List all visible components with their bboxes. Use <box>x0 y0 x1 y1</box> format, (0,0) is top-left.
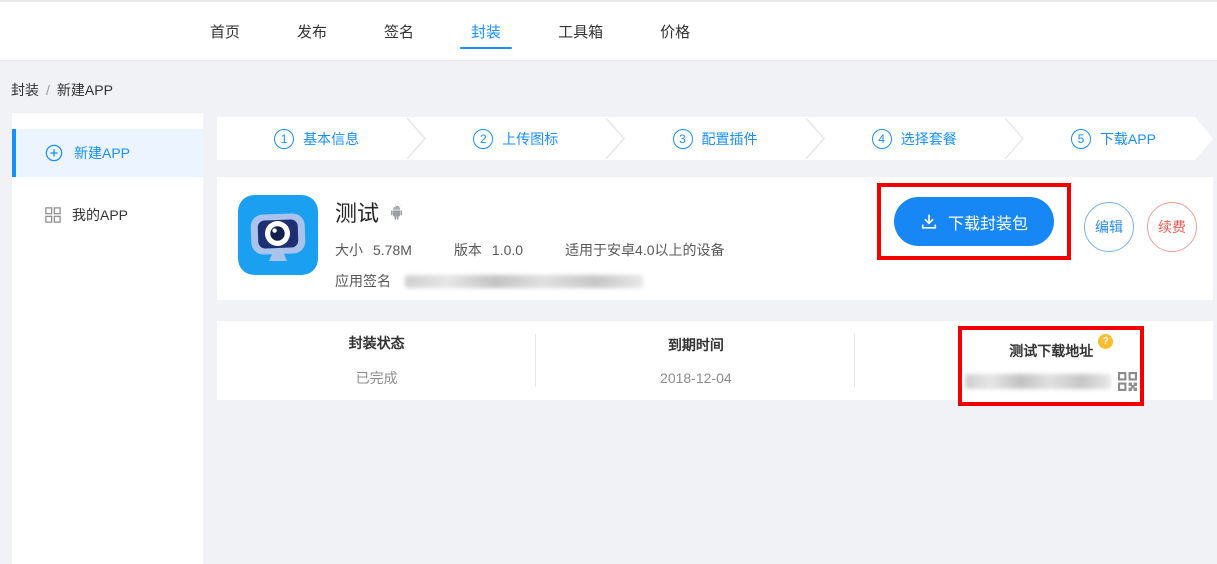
download-button-label: 下载封装包 <box>948 210 1028 234</box>
edit-button[interactable]: 编辑 <box>1084 202 1134 252</box>
step-download-app[interactable]: 5 下载APP <box>1014 117 1213 160</box>
android-icon <box>388 204 405 221</box>
status-column-package-state: 封装状态 已完成 <box>217 321 536 400</box>
step-basic-info[interactable]: 1 基本信息 <box>217 117 416 160</box>
sidebar: 新建APP 我的APP <box>12 113 203 564</box>
nav-item-price[interactable]: 价格 <box>658 2 692 60</box>
step-label: 配置插件 <box>702 129 758 149</box>
sidebar-item-my-app[interactable]: 我的APP <box>12 191 203 239</box>
download-url-redacted <box>965 374 1111 389</box>
step-label: 基本信息 <box>303 129 359 149</box>
compatibility-text: 适用于安卓4.0以上的设备 <box>565 240 724 260</box>
app-name: 测试 <box>335 196 379 228</box>
status-value: 已完成 <box>356 368 398 388</box>
step-label: 选择套餐 <box>901 129 957 149</box>
step-label: 下载APP <box>1100 129 1156 149</box>
renew-button[interactable]: 续费 <box>1147 202 1197 252</box>
breadcrumb: 封装 / 新建APP <box>11 80 113 100</box>
download-highlight-box: 下载封装包 <box>877 183 1071 260</box>
step-wizard: 1 基本信息 2 上传图标 3 配置插件 4 选择套餐 <box>217 117 1213 160</box>
breadcrumb-section[interactable]: 封装 <box>11 82 39 98</box>
app-info: 测试 大小 5.78M 版本 1.0.0 适用于安卓4.0以上的设备 <box>335 195 877 291</box>
test-download-url-label: 测试下载地址 <box>1009 343 1093 359</box>
nav-item-package[interactable]: 封装 <box>469 2 503 60</box>
version-label: 版本 <box>454 240 482 260</box>
status-panel: 封装状态 已完成 到期时间 2018-12-04 测试下载地址 ? <box>217 321 1213 400</box>
nav-item-sign[interactable]: 签名 <box>382 2 416 60</box>
plus-circle-icon <box>45 144 63 162</box>
download-package-button[interactable]: 下载封装包 <box>894 197 1054 246</box>
signature-label: 应用签名 <box>335 271 391 291</box>
step-number: 4 <box>872 129 892 149</box>
sidebar-item-new-app[interactable]: 新建APP <box>12 129 203 177</box>
step-number: 5 <box>1071 129 1091 149</box>
step-choose-plan[interactable]: 4 选择套餐 <box>815 117 1014 160</box>
app-card: 测试 大小 5.78M 版本 1.0.0 适用于安卓4.0以上的设备 <box>217 177 1213 300</box>
step-upload-icon[interactable]: 2 上传图标 <box>416 117 615 160</box>
breadcrumb-current: 新建APP <box>57 82 113 98</box>
size-value: 5.78M <box>373 242 412 258</box>
step-number: 3 <box>673 129 693 149</box>
main-content: 1 基本信息 2 上传图标 3 配置插件 4 选择套餐 <box>217 117 1213 400</box>
grid-icon <box>45 207 61 223</box>
status-column-test-download-url: 测试下载地址 ? <box>855 321 1213 400</box>
status-label: 封装状态 <box>349 333 405 353</box>
status-value: 2018-12-04 <box>660 370 732 386</box>
step-number: 2 <box>473 129 493 149</box>
qr-code-icon[interactable] <box>1118 372 1137 391</box>
status-column-expiry-date: 到期时间 2018-12-04 <box>536 321 855 400</box>
step-label: 上传图标 <box>502 129 558 149</box>
download-url-highlight-box: 测试下载地址 ? <box>958 326 1144 406</box>
sidebar-item-label: 我的APP <box>72 205 128 225</box>
nav-item-home[interactable]: 首页 <box>208 2 242 60</box>
question-mark-icon[interactable]: ? <box>1098 334 1113 349</box>
step-number: 1 <box>274 129 294 149</box>
size-label: 大小 <box>335 240 363 260</box>
status-label: 到期时间 <box>668 335 724 355</box>
step-configure-plugins[interactable]: 3 配置插件 <box>615 117 814 160</box>
signature-value-redacted <box>405 275 643 288</box>
breadcrumb-separator: / <box>46 82 50 98</box>
app-actions: 下载封装包 编辑 续费 <box>877 183 1197 260</box>
sidebar-item-label: 新建APP <box>74 143 130 163</box>
version-value: 1.0.0 <box>492 242 523 258</box>
download-icon <box>920 213 938 231</box>
nav-item-publish[interactable]: 发布 <box>295 2 329 60</box>
app-icon <box>238 195 318 275</box>
top-navigation: 首页 发布 签名 封装 工具箱 价格 <box>0 2 1217 61</box>
nav-item-toolbox[interactable]: 工具箱 <box>556 2 605 60</box>
